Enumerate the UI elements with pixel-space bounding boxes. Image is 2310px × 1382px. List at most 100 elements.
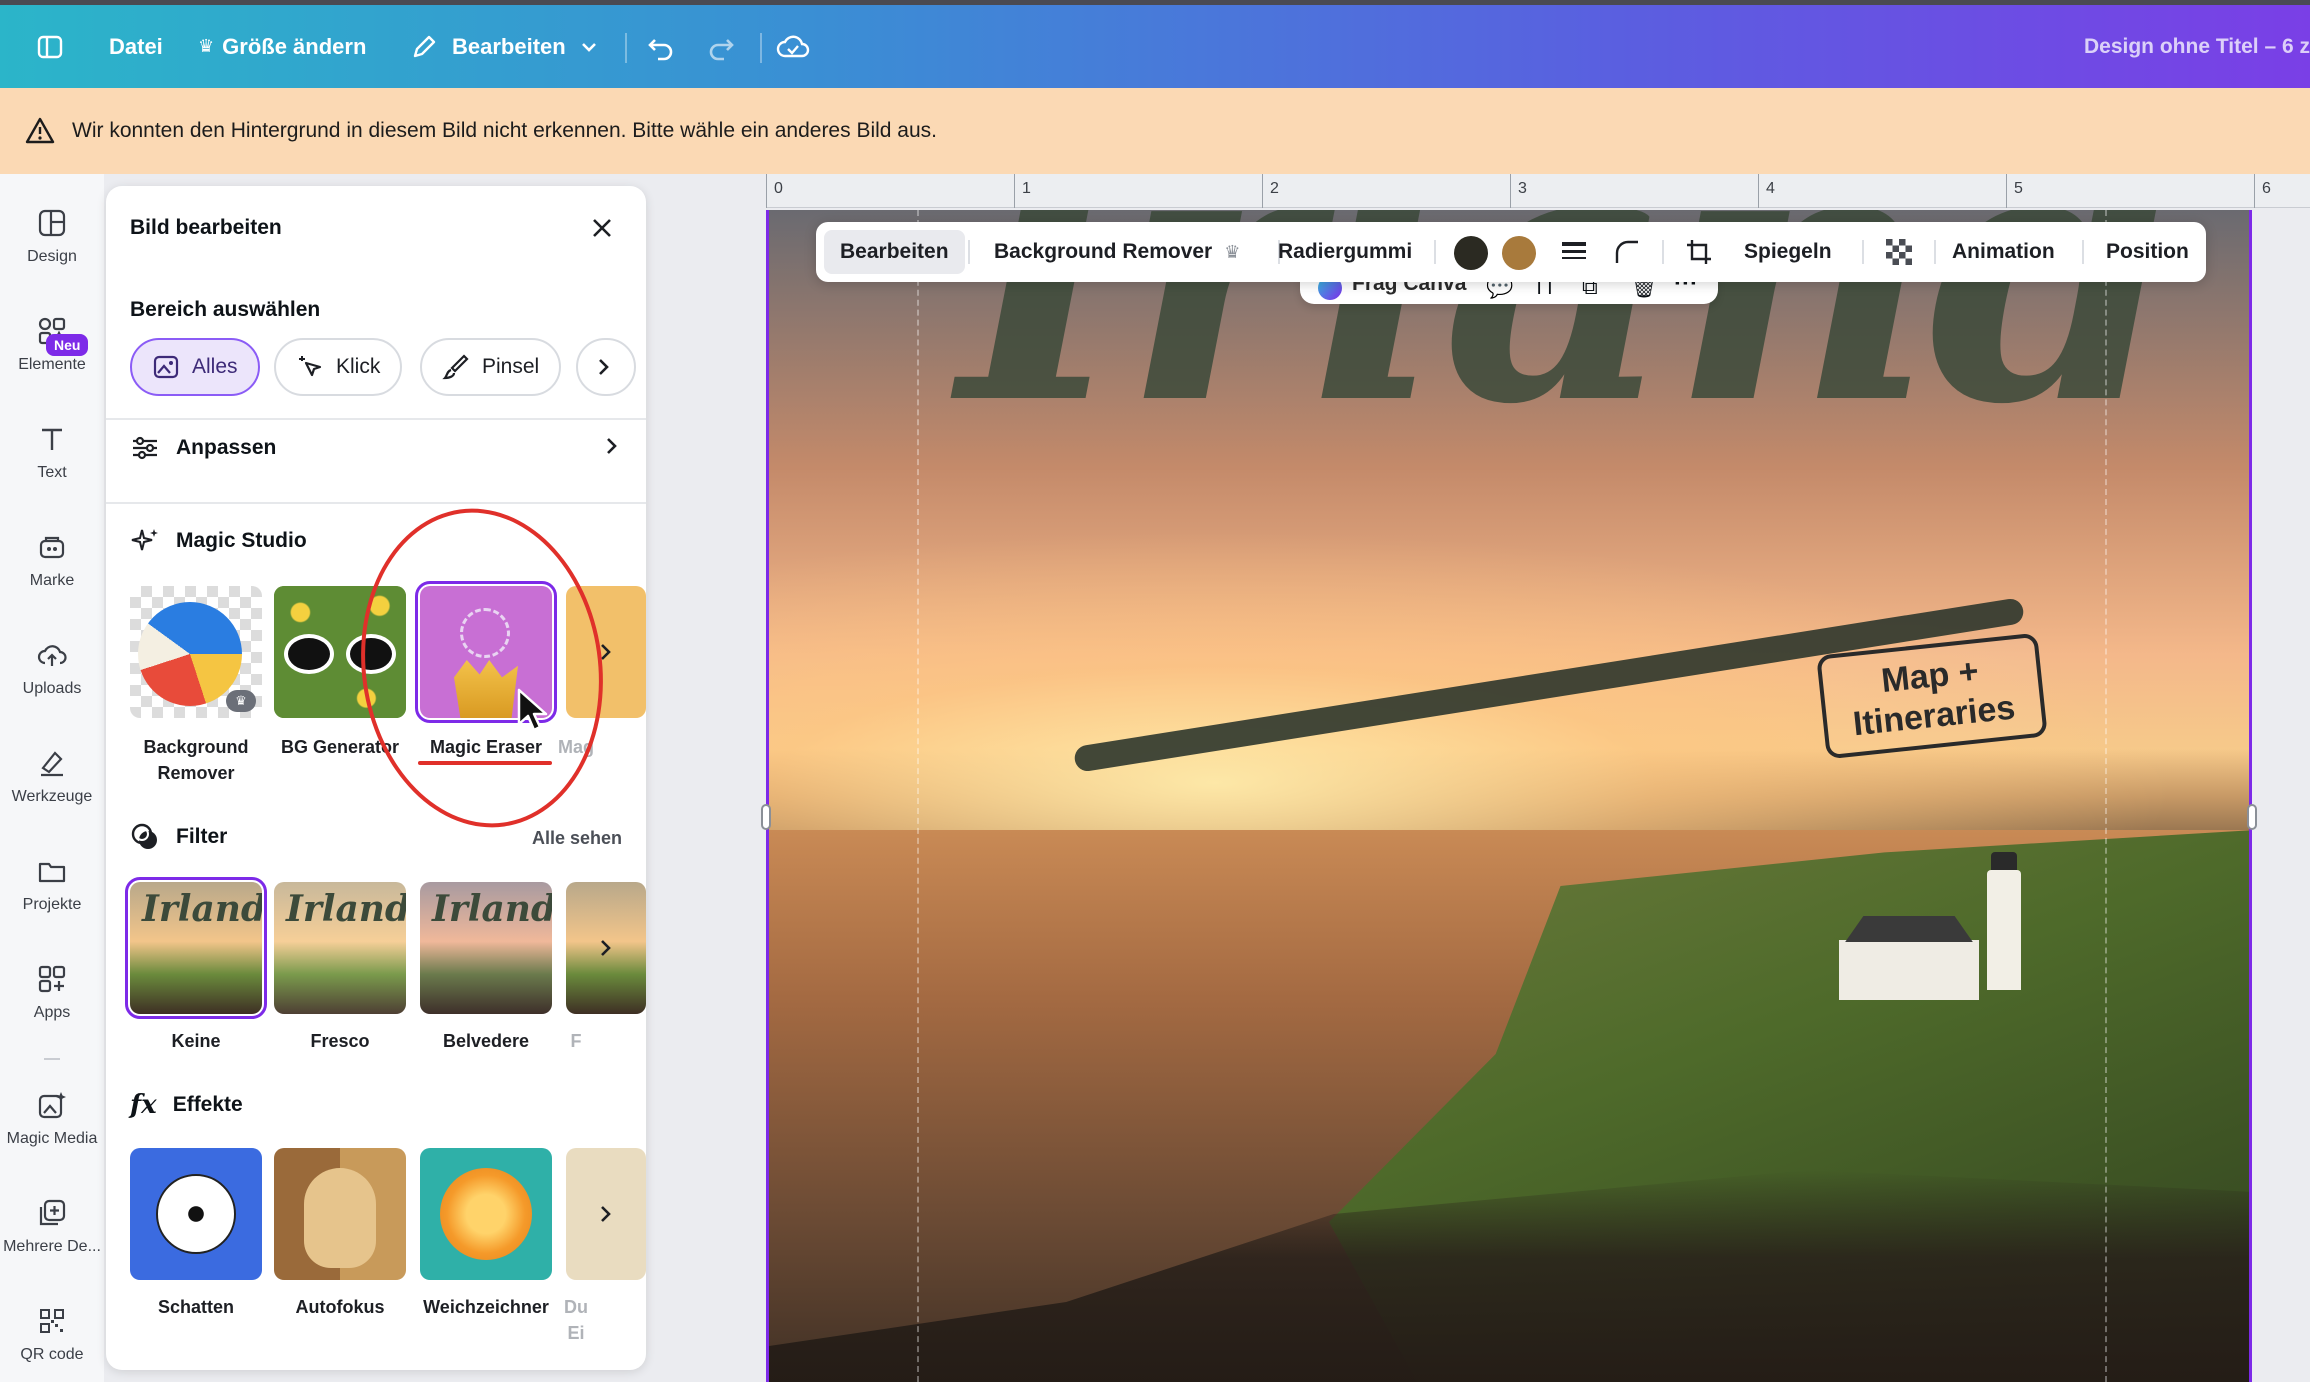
effect-label: Autofokus (295, 1297, 385, 1317)
effect-blur-thumb[interactable] (420, 1148, 552, 1280)
panel-title: Bild bearbeiten (130, 216, 282, 239)
warning-triangle-icon (24, 115, 56, 147)
bg-remover-thumb[interactable]: ♛ (130, 586, 262, 718)
edit-mode-dropdown[interactable]: Bearbeiten (410, 5, 598, 88)
divider (106, 418, 646, 420)
rail-item-multi-design[interactable]: Mehrere De... (0, 1196, 104, 1256)
adjust-row[interactable]: Anpassen (130, 428, 620, 468)
filter-label: F (570, 1031, 582, 1051)
sunglasses-left-lens (284, 634, 334, 674)
dog-image (304, 1168, 376, 1268)
rail-item-qr-code[interactable]: QR code (0, 1304, 104, 1364)
magic-media-icon (35, 1088, 69, 1122)
toolbar-flip-button[interactable]: Spiegeln (1744, 222, 1832, 282)
effect-autofocus-thumb[interactable] (274, 1148, 406, 1280)
ruler-label: 4 (1766, 180, 1775, 197)
close-icon[interactable] (584, 210, 620, 246)
warning-banner: Wir konnten den Hintergrund in diesem Bi… (0, 88, 2310, 174)
rail-item-apps[interactable]: Apps (0, 962, 104, 1022)
corner-radius-icon[interactable] (1614, 222, 1640, 282)
image-icon (152, 353, 180, 381)
new-badge: Neu (46, 334, 89, 356)
toolbar-divider (2082, 240, 2084, 264)
filter-none-thumb[interactable]: Irland (125, 877, 267, 1019)
toolbar-bg-remover-button[interactable]: Background Remover ♛ (994, 222, 1240, 282)
filter-belvedere-thumb[interactable]: Irland (420, 882, 552, 1014)
toolbar-position-button[interactable]: Position (2106, 222, 2189, 282)
chip-label: Klick (336, 355, 381, 378)
effects-next-arrow[interactable] (586, 1148, 626, 1280)
toolbar-edit-button[interactable]: Bearbeiten (824, 230, 965, 274)
magic-click-icon (296, 353, 324, 381)
divider (106, 502, 646, 504)
redo-icon[interactable] (706, 5, 736, 88)
color-swatch-dark[interactable] (1454, 236, 1488, 270)
brand-icon (35, 530, 69, 564)
toolbar-divider (1934, 240, 1936, 264)
thumb-headline: Irland (286, 888, 406, 930)
white-cottage (1839, 940, 1979, 1000)
crown-icon: ♛ (198, 36, 215, 56)
color-swatch-brown[interactable] (1502, 236, 1536, 270)
brush-icon (442, 353, 470, 381)
tool-label: Background Remover (143, 737, 249, 783)
badge-line-2: Itineraries (1851, 688, 2017, 744)
pen-tool-icon (35, 746, 69, 780)
cloud-saved-icon[interactable] (776, 5, 810, 88)
effect-shadow-thumb[interactable] (130, 1148, 262, 1280)
select-area-heading: Bereich auswählen (130, 298, 321, 321)
resize-handle-right[interactable] (2247, 804, 2257, 830)
rail-item-magic-media[interactable]: Magic Media (0, 1088, 104, 1148)
see-all-filters-link[interactable]: Alle sehen (532, 828, 622, 849)
orange-slice-image (440, 1168, 532, 1260)
rail-item-brand[interactable]: Marke (0, 530, 104, 590)
select-brush-chip[interactable]: Pinsel (420, 338, 562, 396)
apps-grid-icon (35, 962, 69, 996)
filter-fresco-thumb[interactable]: Irland (274, 882, 406, 1014)
select-click-chip[interactable]: Klick (274, 338, 403, 396)
chips-next-arrow[interactable] (576, 338, 636, 396)
thumb-headline: Irland (432, 888, 552, 930)
rail-label: Marke (29, 572, 75, 589)
design-artboard[interactable]: Irland Map + Itineraries (766, 210, 2252, 1382)
rail-item-text[interactable]: Text (0, 422, 104, 482)
resize-button[interactable]: ♛ Größe ändern (198, 5, 366, 88)
menu-file-button[interactable]: Datei (109, 5, 163, 88)
magic-studio-label: Magic Studio (176, 529, 307, 552)
sparkle-icon (130, 526, 160, 556)
chip-label: Alles (192, 355, 238, 378)
select-all-chip[interactable]: Alles (130, 338, 260, 396)
transparency-icon[interactable] (1884, 222, 1914, 282)
rail-item-design[interactable]: Design (0, 206, 104, 266)
toolbar-divider (968, 240, 970, 264)
rail-divider (44, 1058, 60, 1060)
filter-icon (130, 822, 160, 852)
resize-handle-left[interactable] (761, 804, 771, 830)
crop-icon[interactable] (1684, 222, 1714, 282)
rail-label: Apps (33, 1004, 71, 1021)
sidebar-toggle-icon[interactable] (36, 5, 64, 88)
rail-item-tools[interactable]: Werkzeuge (0, 746, 104, 806)
chip-label: Pinsel (482, 355, 540, 378)
crown-icon: ♛ (226, 690, 256, 712)
thumb-headline: Irland (142, 888, 262, 930)
undo-icon[interactable] (646, 5, 676, 88)
rail-label: Mehrere De... (3, 1238, 101, 1255)
text-icon (35, 422, 69, 456)
document-title[interactable]: Design ohne Titel – 6 z (2084, 5, 2310, 88)
ruler-tick (2254, 174, 2255, 208)
rail-item-projects[interactable]: Projekte (0, 854, 104, 914)
toolbar-divider (1662, 240, 1664, 264)
cloud-upload-icon (35, 638, 69, 672)
toolbar-eraser-button[interactable]: Radiergummi (1278, 222, 1412, 282)
filters-next-arrow[interactable] (586, 882, 626, 1014)
filter-label: Filter (176, 825, 228, 848)
line-weight-icon[interactable] (1560, 222, 1588, 282)
rail-item-uploads[interactable]: Uploads (0, 638, 104, 698)
ruler-label: 6 (2262, 180, 2271, 197)
adjust-label: Anpassen (176, 436, 277, 459)
multi-design-icon (35, 1196, 69, 1230)
rail-label: Uploads (22, 680, 82, 697)
toolbar-animation-button[interactable]: Animation (1952, 222, 2055, 282)
effects-heading: fx Effekte (130, 1090, 243, 1120)
